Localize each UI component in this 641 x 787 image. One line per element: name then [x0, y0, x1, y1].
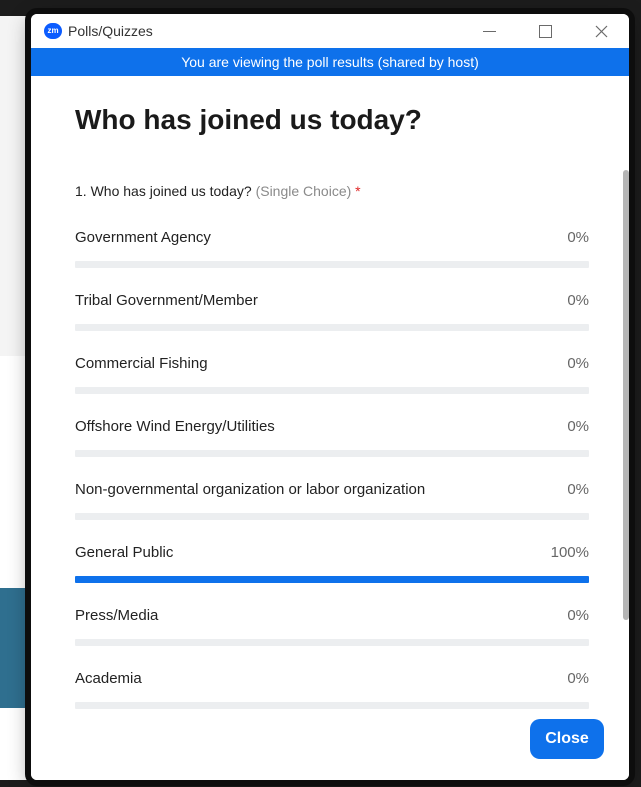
zoom-logo-icon: zm — [44, 23, 62, 39]
maximize-icon — [538, 24, 552, 38]
window-title: Polls/Quizzes — [68, 23, 153, 39]
close-button[interactable]: Close — [530, 719, 604, 759]
option-label: Non-governmental organization or labor o… — [75, 481, 426, 498]
result-bar-fill — [75, 576, 589, 583]
option-percent: 0% — [567, 229, 589, 246]
option-percent: 0% — [567, 355, 589, 372]
poll-option: Government Agency 0% — [75, 216, 589, 279]
option-percent: 0% — [567, 292, 589, 309]
option-label: Tribal Government/Member — [75, 292, 258, 309]
options-list: Government Agency 0% Tribal Government/Mem… — [75, 216, 589, 720]
background-left-panel — [0, 16, 31, 356]
option-label: Press/Media — [75, 607, 159, 624]
background-left-lower — [0, 356, 31, 787]
result-bar-track — [75, 261, 589, 268]
option-percent: 0% — [567, 607, 589, 624]
title-bar: zm Polls/Quizzes — [31, 14, 629, 48]
option-label: Academia — [75, 670, 142, 687]
question-type: (Single Choice) — [255, 183, 352, 199]
result-bar-track — [75, 513, 589, 520]
required-mark: * — [355, 183, 361, 199]
result-bar-track — [75, 639, 589, 646]
option-label: Government Agency — [75, 229, 211, 246]
close-icon — [595, 25, 607, 37]
poll-option: Commercial Fishing 0% — [75, 342, 589, 405]
result-bar-track — [75, 576, 589, 583]
option-label: General Public — [75, 544, 174, 561]
poll-option: Press/Media 0% — [75, 594, 589, 657]
poll-option: Tribal Government/Member 0% — [75, 279, 589, 342]
question-text: 1. Who has joined us today? (Single Choi… — [75, 183, 361, 199]
result-bar-track — [75, 450, 589, 457]
option-percent: 0% — [567, 481, 589, 498]
poll-option: Academia 0% — [75, 657, 589, 720]
option-percent: 0% — [567, 418, 589, 435]
background-bottom-strip — [0, 780, 641, 787]
option-label: Commercial Fishing — [75, 355, 208, 372]
minimize-icon — [482, 30, 496, 32]
background-right-panel — [629, 0, 641, 787]
question-number: 1. Who has joined us today? — [75, 183, 252, 199]
result-bar-track — [75, 324, 589, 331]
option-percent: 100% — [550, 544, 589, 561]
option-percent: 0% — [567, 670, 589, 687]
option-label: Offshore Wind Energy/Utilities — [75, 418, 275, 435]
result-bar-track — [75, 387, 589, 394]
dialog-footer: Close — [31, 716, 629, 780]
minimize-button[interactable] — [469, 18, 509, 44]
scrollbar-thumb[interactable] — [623, 170, 629, 620]
result-bar-track — [75, 702, 589, 709]
poll-content: Who has joined us today? 1. Who has join… — [31, 76, 629, 716]
poll-title: Who has joined us today? — [75, 104, 422, 135]
polls-dialog: zm Polls/Quizzes You are viewing the pol… — [31, 14, 629, 780]
maximize-button[interactable] — [525, 18, 565, 44]
poll-option: General Public 100% — [75, 531, 589, 594]
poll-option: Offshore Wind Energy/Utilities 0% — [75, 405, 589, 468]
results-banner: You are viewing the poll results (shared… — [31, 48, 629, 76]
window-close-button[interactable] — [581, 18, 621, 44]
poll-option: Non-governmental organization or labor o… — [75, 468, 589, 531]
